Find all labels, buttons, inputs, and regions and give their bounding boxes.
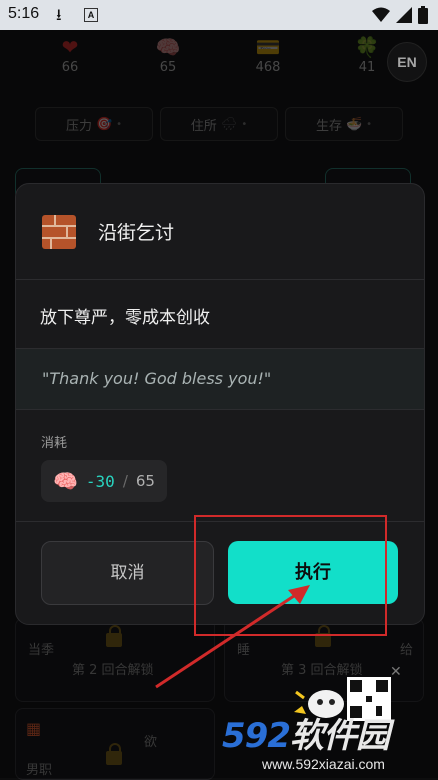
- dialog-header: 沿街乞讨: [16, 184, 424, 280]
- cost-separator: /: [122, 472, 128, 490]
- wifi-icon: [372, 7, 390, 22]
- watermark-url: www.592xiazai.com: [262, 756, 385, 772]
- dialog-description: 放下尊严，零成本创收: [16, 280, 424, 349]
- status-bar: 5:16 ⭳ A: [0, 0, 438, 30]
- cost-label: 消耗: [41, 436, 68, 451]
- status-time: 5:16: [8, 5, 40, 22]
- dialog-quote: "Thank you! God bless you!": [16, 349, 424, 410]
- battery-icon: [418, 6, 428, 24]
- brain-icon: 🧠: [53, 469, 78, 493]
- system-icons: [372, 6, 428, 24]
- quote-text: "Thank you! God bless you!": [42, 369, 272, 388]
- watermark-logo: 592软件园: [222, 708, 390, 757]
- watermark-number: 592: [222, 716, 291, 756]
- description-text: 放下尊严，零成本创收: [40, 308, 210, 328]
- signal-icon: [396, 7, 412, 23]
- a-notification-icon: A: [84, 8, 98, 22]
- cost-current: 65: [135, 472, 155, 490]
- cost-delta: -30: [85, 471, 115, 491]
- watermark: 592软件园 www.592xiazai.com: [218, 706, 438, 778]
- annotation-arrow-icon: [155, 585, 310, 689]
- cost-badge: 🧠 -30 / 65: [41, 460, 167, 502]
- watermark-name: 软件园: [289, 716, 390, 756]
- close-icon[interactable]: ✕: [390, 664, 402, 680]
- dialog-title: 沿街乞讨: [98, 222, 175, 244]
- brick-wall-icon: [42, 215, 76, 249]
- download-icon: ⭳: [56, 5, 62, 24]
